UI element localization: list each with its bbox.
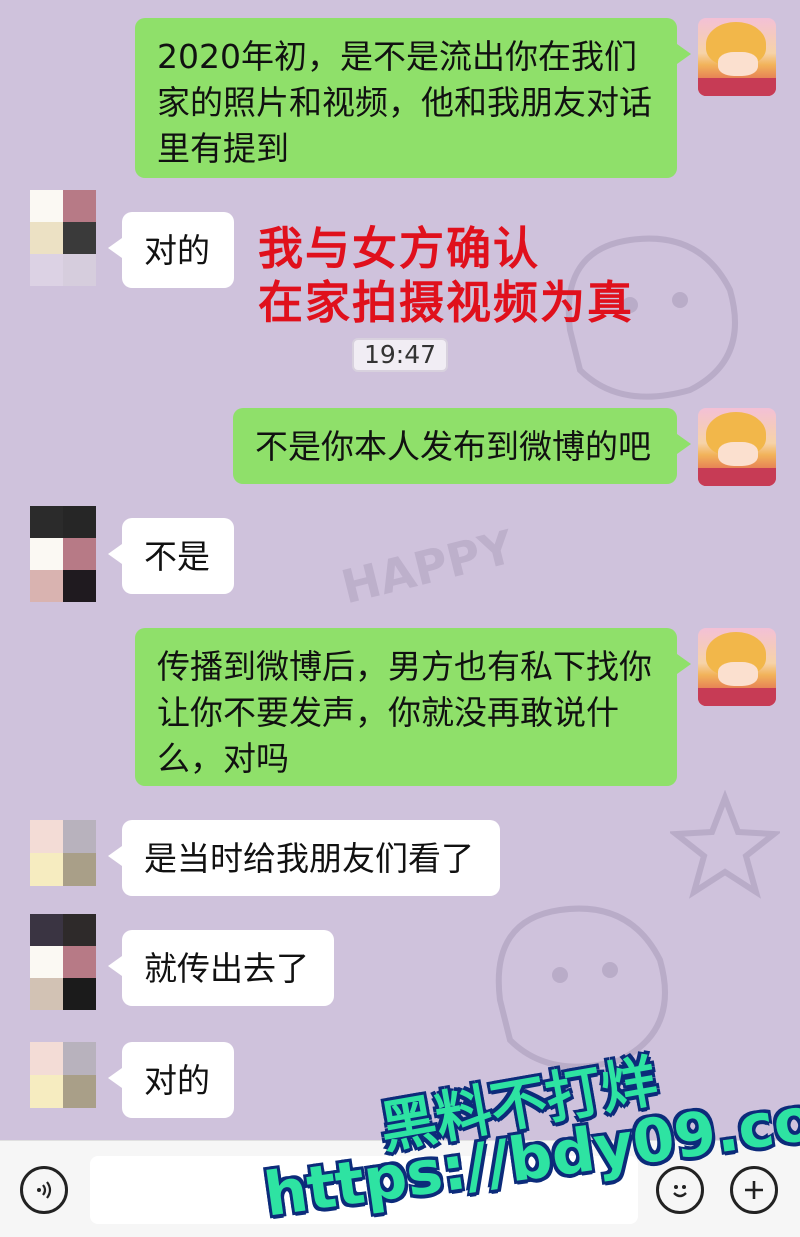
message-bubble-sent[interactable]: 不是你本人发布到微博的吧 [233,408,691,484]
message-text: 不是 [144,537,210,576]
message-text: 里有提到 [157,129,289,168]
contact-avatar-pixelated[interactable] [30,506,96,602]
chat-area[interactable]: HAPPY 2020年初，是不是流出你在我们 家的照片和视频，他和我朋友对话 里… [0,0,800,1140]
message-bubble-received[interactable]: 不是 [108,518,234,594]
self-avatar[interactable] [698,628,776,706]
message-text: 让你不要发声，你就没再敢说什 [157,693,619,732]
message-bubble-received[interactable]: 是当时给我朋友们看了 [108,820,500,896]
annotation-line: 我与女方确认 [258,222,541,275]
message-text: 家的照片和视频，他和我朋友对话 [157,83,652,122]
self-avatar[interactable] [698,408,776,486]
plus-icon [745,1181,763,1199]
contact-avatar-pixelated[interactable] [30,190,96,286]
contact-avatar-pixelated[interactable] [30,1042,96,1108]
message-text: 对的 [144,1061,210,1100]
message-bubble-received[interactable]: 对的 [108,212,234,288]
message-bubble-sent[interactable]: 传播到微博后，男方也有私下找你 让你不要发声，你就没再敢说什 么，对吗 [135,628,691,786]
contact-avatar-pixelated[interactable] [30,820,96,886]
timestamp: 19:47 [352,338,448,372]
annotation-text: 我与女方确认 在家拍摄视频为真 [258,222,634,330]
message-bubble-received[interactable]: 对的 [108,1042,234,1118]
message-text: 不是你本人发布到微博的吧 [255,427,651,466]
emoji-icon [673,1185,687,1198]
contact-avatar-pixelated[interactable] [30,914,96,1010]
message-bubble-sent[interactable]: 2020年初，是不是流出你在我们 家的照片和视频，他和我朋友对话 里有提到 [135,18,691,178]
message-text: 传播到微博后，男方也有私下找你 [157,647,652,686]
self-avatar[interactable] [698,18,776,96]
voice-icon [37,1181,52,1199]
star-doodle-icon [670,790,780,899]
message-text: 是当时给我朋友们看了 [144,839,474,878]
voice-icon[interactable] [20,1166,68,1214]
message-text: 对的 [144,231,210,270]
plus-icon[interactable] [730,1166,778,1214]
annotation-line: 在家拍摄视频为真 [258,276,635,329]
background-watermark: HAPPY [336,519,519,615]
message-text: 2020年初，是不是流出你在我们 [157,37,637,76]
message-text: 么，对吗 [157,739,289,778]
message-text: 就传出去了 [144,949,309,988]
message-bubble-received[interactable]: 就传出去了 [108,930,334,1006]
